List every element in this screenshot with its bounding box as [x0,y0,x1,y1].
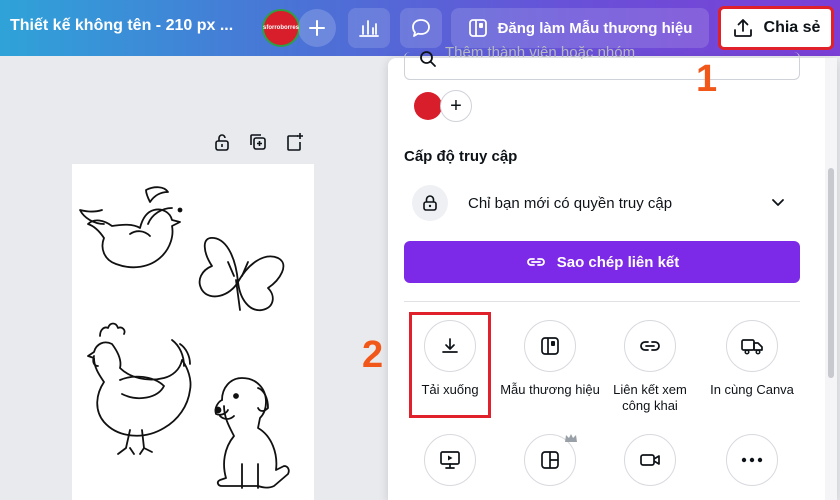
add-collaborator-button[interactable] [298,9,336,47]
brand-template-button[interactable]: Đăng làm Mẫu thương hiệu [451,8,709,48]
brand-template-option[interactable]: Mẫu thương hiệu [500,320,600,398]
step-1-marker: 1 [696,58,718,100]
public-view-link-option[interactable]: Liên kết xem công khai [600,320,700,414]
access-level-select[interactable]: Chỉ bạn mới có quyền truy cập [404,180,800,226]
upload-icon [733,19,752,37]
canvas-area [0,56,390,500]
scrollbar-thumb[interactable] [828,168,834,378]
access-level-value: Chỉ bạn mới có quyền truy cập [468,194,673,212]
lock-icon [412,185,448,221]
comments-button[interactable] [400,8,442,48]
avatar[interactable]: sforroborres [262,9,300,47]
page-tools [212,132,304,152]
search-placeholder: Thêm thành viên hoặc nhóm [445,44,636,61]
design-page[interactable] [72,164,314,500]
brand-template-label: Đăng làm Mẫu thương hiệu [497,19,693,37]
top-bar: Thiết kế không tên - 210 px ... sforrobo… [0,0,840,56]
brand-template-icon [468,19,487,37]
link-icon [526,258,545,266]
insights-button[interactable] [348,8,390,48]
member-avatar[interactable] [414,92,442,120]
plus-icon [309,20,325,36]
step-2-marker: 2 [362,334,384,376]
print-label: In cùng Canva [710,382,794,397]
chevron-down-icon [772,199,784,206]
panel-scrollbar[interactable] [825,58,837,500]
duplicate-page-icon[interactable] [248,132,268,152]
link-icon [624,320,676,372]
copy-link-label: Sao chép liên kết [556,253,680,271]
video-icon [624,434,676,486]
more-icon [726,434,778,486]
share-button[interactable]: Chia sẻ [718,6,834,50]
coloring-illustration [79,186,290,489]
download-highlight-box [409,312,491,418]
crown-icon [565,434,577,442]
truck-icon [726,320,778,372]
more-option[interactable] [702,434,802,486]
share-label: Chia sẻ [763,19,821,36]
access-level-label: Cấp độ truy cập [404,148,518,165]
present-option[interactable] [400,434,500,486]
brand-template-label: Mẫu thương hiệu [500,382,600,397]
print-option[interactable]: In cùng Canva [702,320,802,398]
add-page-icon[interactable] [284,132,304,152]
add-member-button[interactable]: + [440,90,472,122]
copy-link-button[interactable]: Sao chép liên kết [404,241,800,283]
design-title[interactable]: Thiết kế không tên - 210 px ... [10,17,233,35]
present-icon [424,434,476,486]
lock-open-icon[interactable] [212,132,232,152]
comment-icon [412,19,430,37]
video-option[interactable] [600,434,700,486]
public-view-link-label: Liên kết xem công khai [613,382,687,413]
divider [404,301,800,302]
search-icon [420,51,436,67]
search-input[interactable]: Thêm thành viên hoặc nhóm [404,44,800,80]
bar-chart-icon [359,20,379,37]
share-panel: Thêm thành viên hoặc nhóm + Cấp độ truy … [388,44,837,500]
brand-template-icon [524,320,576,372]
template-option[interactable] [500,434,600,486]
